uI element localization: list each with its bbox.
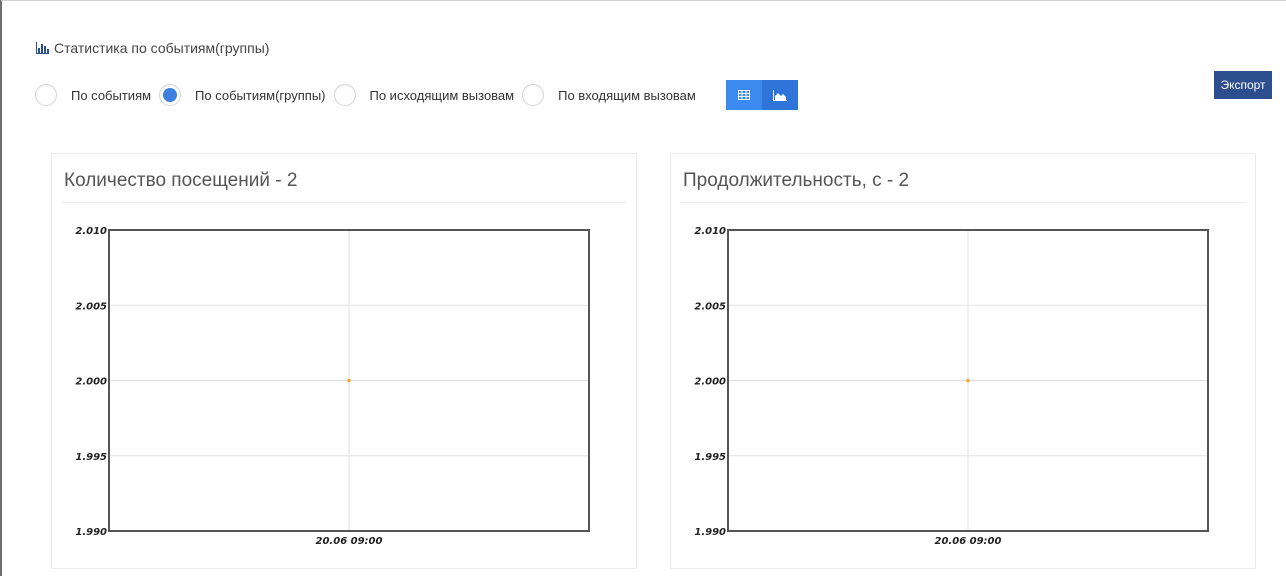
y-tick-label: 1.995 bbox=[694, 452, 726, 463]
radio-outgoing-calls[interactable] bbox=[333, 84, 356, 106]
data-point bbox=[966, 378, 970, 383]
x-tick-label: 20.06 09:00 bbox=[316, 536, 383, 547]
radio-label-events: По событиям bbox=[71, 87, 152, 103]
chart-duration: 2.010 2.005 2.000 1.995 1.990 20.06 09:00 bbox=[694, 226, 1209, 547]
radio-events-groups[interactable] bbox=[159, 84, 182, 106]
y-tick-label: 2.000 bbox=[75, 377, 107, 388]
y-tick-label: 2.010 bbox=[694, 226, 726, 237]
y-tick-label: 1.990 bbox=[75, 527, 107, 538]
statistics-page: Статистика по событиям(группы) По событи… bbox=[0, 0, 1286, 576]
data-point bbox=[347, 378, 351, 383]
y-tick-label: 2.005 bbox=[75, 301, 107, 312]
y-tick-label: 2.000 bbox=[694, 377, 726, 388]
table-icon bbox=[737, 90, 750, 100]
chart-card-visits: Количество посещений - 2 2.010 2.005 2.000… bbox=[51, 153, 637, 569]
radio-option-events[interactable]: По событиям bbox=[35, 84, 151, 106]
panel-title-text: Статистика по событиям(группы) bbox=[54, 40, 270, 56]
y-tick-label: 2.010 bbox=[75, 226, 107, 237]
view-toggle-group bbox=[725, 80, 798, 110]
panel-title: Статистика по событиям(группы) bbox=[36, 40, 269, 56]
radio-option-incoming-calls[interactable]: По входящим вызовам bbox=[522, 84, 696, 106]
export-button[interactable]: Экспорт bbox=[1214, 71, 1272, 99]
radio-label-outgoing-calls: По исходящим вызовам bbox=[369, 87, 515, 103]
bar-chart-icon bbox=[36, 42, 49, 54]
chart-card-duration: Продолжительность, с - 2 2.010 2.005 2.000… bbox=[670, 153, 1256, 569]
y-tick-label: 1.990 bbox=[694, 527, 726, 538]
radio-option-outgoing-calls[interactable]: По исходящим вызовам bbox=[333, 84, 515, 106]
x-tick-label: 20.06 09:00 bbox=[935, 536, 1002, 547]
table-view-button[interactable] bbox=[725, 80, 762, 110]
filter-controls: По событиям По событиям(группы) По исход… bbox=[35, 80, 798, 110]
radio-incoming-calls[interactable] bbox=[522, 84, 545, 106]
y-tick-label: 1.995 bbox=[75, 452, 107, 463]
radio-option-events-groups[interactable]: По событиям(группы) bbox=[159, 84, 326, 106]
radio-events[interactable] bbox=[35, 84, 57, 106]
radio-label-events-groups: По событиям(группы) bbox=[195, 87, 326, 103]
chart-visits: 2.010 2.005 2.000 1.995 1.990 20.06 09:00 bbox=[75, 226, 590, 547]
radio-label-incoming-calls: По входящим вызовам bbox=[558, 87, 696, 103]
area-chart-icon bbox=[772, 89, 787, 101]
chart-view-button[interactable] bbox=[761, 80, 798, 110]
y-tick-label: 2.005 bbox=[694, 301, 726, 312]
